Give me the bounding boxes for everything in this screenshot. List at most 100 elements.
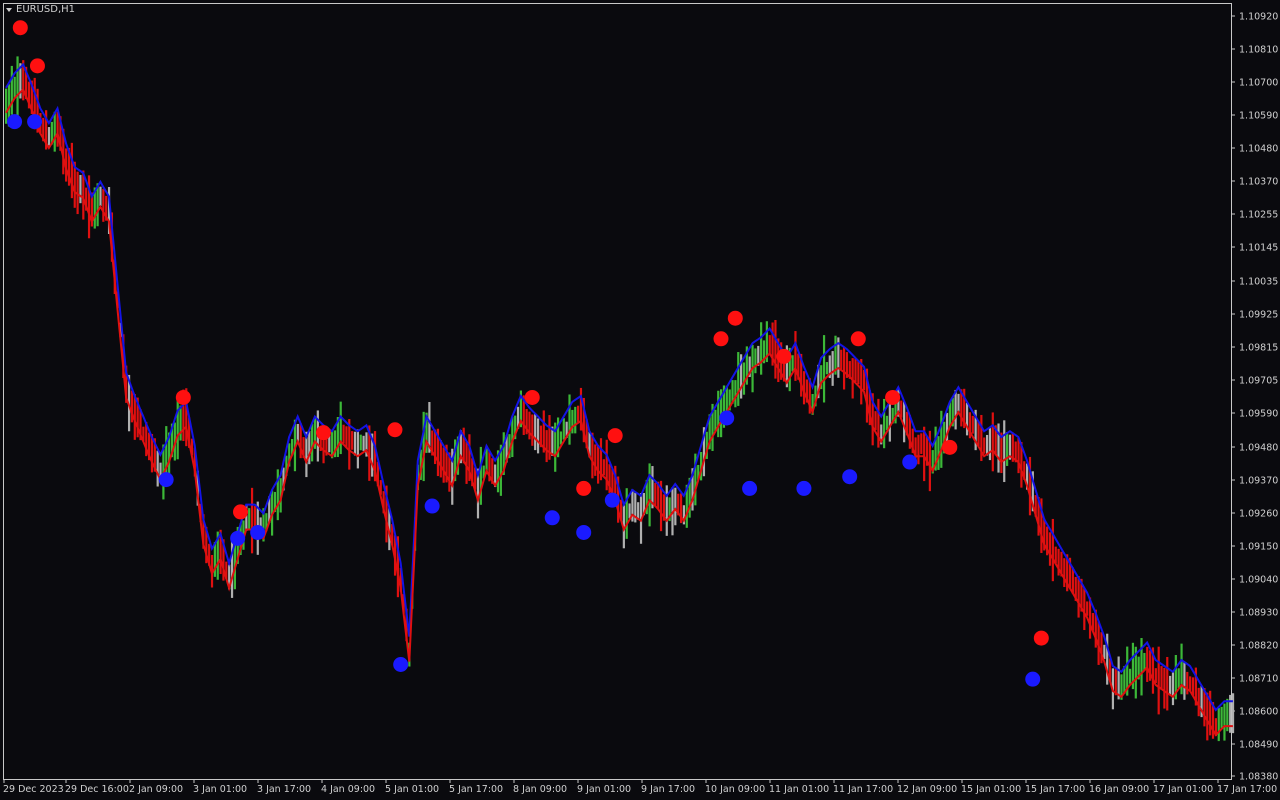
price-bar: [351, 431, 354, 450]
y-tick-label: 1.10255: [1239, 210, 1278, 221]
y-tick-label: 1.09370: [1239, 476, 1278, 487]
price-bar: [1003, 420, 1006, 483]
price-bar: [534, 413, 537, 451]
y-tick-label: 1.09815: [1239, 343, 1278, 354]
price-bar: [637, 502, 640, 520]
price-bar: [574, 406, 577, 434]
y-tick-label: 1.08820: [1239, 641, 1278, 652]
x-tick-label: 5 Jan 01:00: [385, 784, 439, 795]
y-tick-label: 1.08490: [1239, 740, 1278, 751]
price-bar: [791, 355, 794, 372]
x-tick-label: 9 Jan 01:00: [577, 784, 631, 795]
y-tick-label: 1.10370: [1239, 177, 1278, 188]
price-bar: [917, 434, 920, 465]
price-bar: [957, 393, 960, 412]
sell-signal-dot: [885, 389, 901, 405]
symbol-label: EURUSD,H1: [16, 4, 76, 15]
price-bar: [857, 360, 860, 385]
price-bar: [248, 508, 251, 530]
price-bar: [5, 88, 8, 124]
price-bar: [628, 503, 631, 519]
price-bar: [1083, 588, 1086, 631]
price-bar: [56, 112, 59, 147]
sell-signal-dot: [727, 310, 743, 326]
sell-signal-dot: [315, 425, 331, 441]
upper-band-line: [5, 62, 1233, 712]
x-tick-label: 12 Jan 09:00: [897, 784, 957, 795]
price-bar: [531, 414, 534, 446]
buy-signal-dot: [7, 114, 23, 130]
dropdown-triangle-icon[interactable]: [6, 7, 12, 12]
sell-signal-dot: [233, 504, 249, 520]
x-tick-label: 17 Jan 01:00: [1153, 784, 1213, 795]
price-bar: [888, 402, 891, 442]
buy-signal-dot: [158, 472, 174, 488]
price-bar: [822, 335, 826, 403]
y-tick-label: 1.10480: [1239, 144, 1278, 155]
x-tick-label: 9 Jan 17:00: [641, 784, 695, 795]
y-tick-label: 1.10810: [1239, 45, 1278, 56]
price-bar: [1154, 668, 1157, 684]
price-bar: [1160, 666, 1163, 690]
sell-signal-dot: [576, 480, 592, 496]
chart-svg[interactable]: 1.10920 1.10810 1.10700 1.10590 1.10480 1.103…: [0, 0, 1280, 800]
price-bar: [1183, 661, 1186, 700]
x-tick-label: 16 Jan 09:00: [1089, 784, 1149, 795]
price-bar: [545, 430, 548, 463]
x-tick-label: 29 Dec 16:00: [65, 784, 129, 795]
price-bar: [754, 348, 757, 374]
price-bar: [1231, 693, 1235, 734]
y-tick-label: 1.09705: [1239, 376, 1278, 387]
y-tick-label: 1.09480: [1239, 443, 1278, 454]
buy-signal-dot: [27, 114, 43, 130]
buy-signal-dot: [604, 492, 620, 508]
price-bar: [345, 426, 348, 448]
y-tick-label: 1.10035: [1239, 277, 1278, 288]
price-bar: [768, 335, 771, 355]
price-bar: [311, 423, 314, 462]
sell-signal-dot: [387, 422, 403, 438]
price-bar: [79, 174, 82, 204]
sell-signal-dot: [29, 58, 45, 74]
buy-signal-dot: [742, 480, 758, 496]
price-bar: [920, 433, 923, 454]
price-bar: [825, 362, 829, 375]
price-bar: [176, 398, 179, 460]
chart-window[interactable]: 1.10920 1.10810 1.10700 1.10590 1.10480 1.103…: [0, 0, 1280, 800]
y-tick-label: 1.08930: [1239, 608, 1278, 619]
buy-signal-dot: [719, 410, 735, 426]
price-bar: [625, 488, 628, 539]
price-bar: [230, 536, 234, 598]
price-bar: [339, 401, 342, 455]
price-bar: [760, 322, 763, 375]
price-bar: [179, 405, 182, 441]
price-bar: [16, 56, 19, 116]
price-bar: [528, 411, 531, 440]
price-bar: [1000, 432, 1003, 474]
price-bar: [253, 506, 257, 529]
price-bar: [362, 435, 365, 451]
y-tick-label: 1.08600: [1239, 707, 1278, 718]
price-bar: [465, 441, 468, 484]
y-tick-label: 1.10145: [1239, 243, 1278, 254]
sell-signal-dot: [12, 20, 28, 36]
price-bar: [742, 362, 746, 395]
price-bar: [562, 418, 565, 440]
price-bar: [883, 398, 886, 449]
price-bar: [923, 426, 926, 482]
price-bar: [156, 450, 159, 487]
price-bar: [1006, 432, 1009, 466]
price-bar: [737, 352, 740, 406]
sell-signal-dot: [942, 439, 958, 455]
chart-title[interactable]: EURUSD,H1: [6, 4, 75, 15]
price-bar: [559, 431, 563, 445]
y-tick-label: 1.09925: [1239, 310, 1278, 321]
sell-signal-dot: [713, 331, 729, 347]
price-bar: [1166, 656, 1169, 711]
price-bar: [885, 415, 889, 431]
price-bar: [1051, 518, 1054, 582]
buy-signal-dot: [902, 454, 918, 470]
price-bar: [1086, 601, 1089, 616]
price-bar: [99, 186, 102, 206]
price-bar: [654, 482, 657, 506]
